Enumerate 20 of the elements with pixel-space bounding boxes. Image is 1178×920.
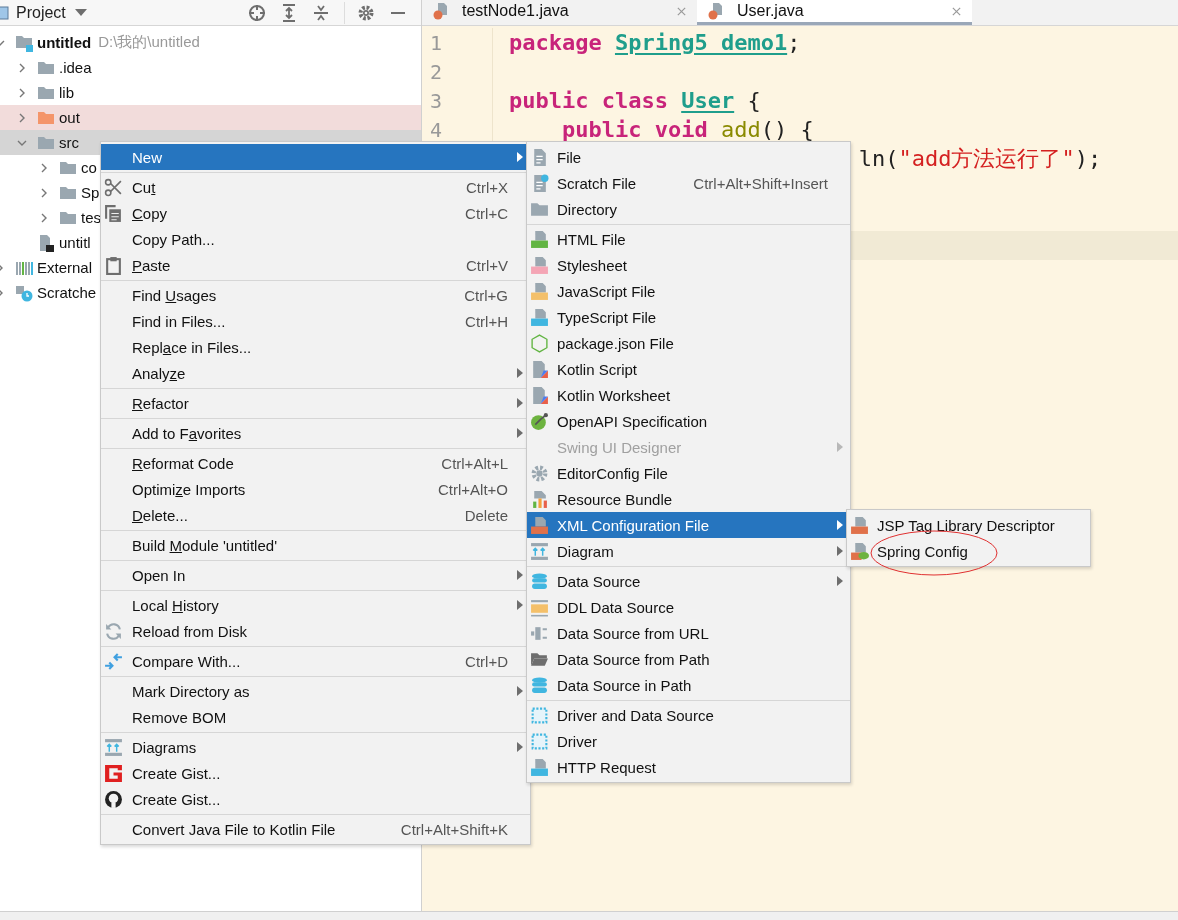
tree-label: .idea bbox=[59, 59, 92, 76]
path-label: D:\我的\untitled bbox=[98, 33, 200, 52]
line-number: 4 bbox=[430, 117, 443, 142]
tree-label: Scratche bbox=[37, 284, 97, 301]
tree-label: src bbox=[59, 134, 79, 151]
line-number: 1 bbox=[430, 30, 443, 55]
code-line: public void add() { bbox=[561, 117, 814, 142]
tree-label: out bbox=[59, 109, 80, 126]
tree-label: co bbox=[81, 159, 97, 176]
line-number: 3 bbox=[430, 88, 443, 113]
code-line: public class User { bbox=[509, 88, 761, 113]
line-number: 2 bbox=[430, 59, 443, 84]
tree-label: tes bbox=[81, 209, 101, 226]
tree-label: External bbox=[37, 259, 93, 276]
tree-label: untitl bbox=[59, 234, 91, 251]
tree-label: lib bbox=[59, 84, 74, 101]
tree-label: Sp bbox=[81, 184, 100, 201]
code-line: package Spring5_demo1; bbox=[509, 30, 801, 55]
code-line: ln("add方法运行了"); bbox=[858, 144, 1102, 173]
tree-label: untitled bbox=[37, 34, 92, 51]
